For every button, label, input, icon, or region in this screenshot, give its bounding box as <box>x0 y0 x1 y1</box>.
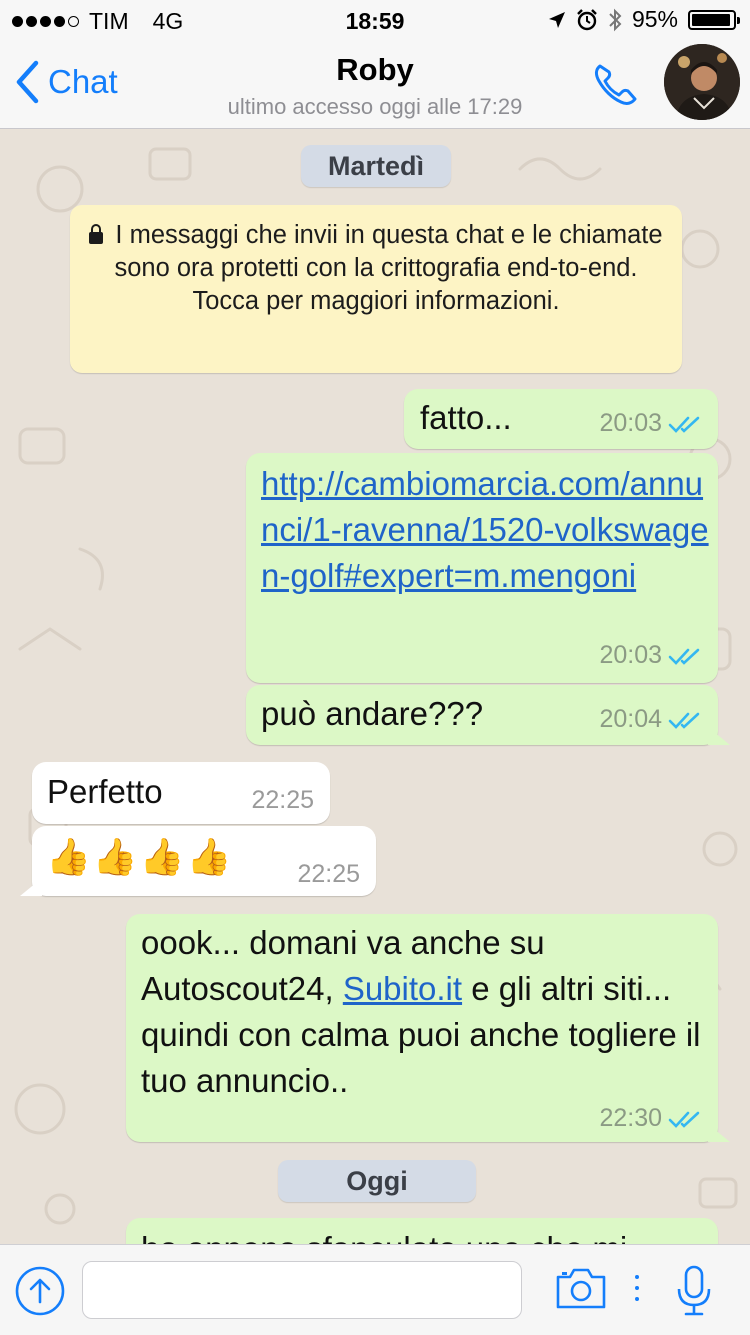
encryption-notice-text: I messaggi che invii in questa chat e le… <box>114 221 663 315</box>
microphone-icon <box>677 1265 711 1316</box>
upload-icon <box>15 1266 65 1316</box>
phone-icon <box>595 64 637 105</box>
call-button[interactable] <box>590 60 642 108</box>
avatar[interactable] <box>664 44 740 120</box>
message-text: può andare??? <box>261 695 484 732</box>
message-bubble-outgoing[interactable]: fatto... 20:03 <box>404 389 718 449</box>
encryption-notice[interactable]: I messaggi che invii in questa chat e le… <box>70 205 682 373</box>
message-text: fatto... <box>420 399 512 436</box>
message-time: 20:03 <box>599 641 662 669</box>
message-text: oook... domani va anche su Autoscout24, … <box>141 920 706 1104</box>
contact-photo <box>664 44 740 120</box>
message-link[interactable]: Subito.it <box>343 970 462 1007</box>
double-check-icon <box>668 1111 700 1128</box>
message-input[interactable] <box>82 1261 522 1319</box>
message-bubble-incoming[interactable]: 👍👍👍👍 22:25 <box>20 826 376 896</box>
nav-bar: Chat Roby ultimo accesso oggi alle 17:29 <box>0 40 750 129</box>
more-dots-icon[interactable] <box>634 1275 640 1301</box>
message-time: 22:25 <box>251 786 314 814</box>
upload-button[interactable] <box>14 1265 66 1322</box>
message-bubble-outgoing[interactable]: ho appena sfanculato uno che mi <box>126 1218 718 1244</box>
location-arrow-icon <box>548 11 565 28</box>
message-time: 20:04 <box>599 705 662 733</box>
camera-button[interactable] <box>554 1265 608 1316</box>
chat-area[interactable]: Martedì I messaggi che invii in questa c… <box>0 129 750 1244</box>
double-check-icon <box>668 416 700 433</box>
message-text: Perfetto <box>47 773 163 810</box>
double-check-icon <box>668 648 700 665</box>
message-time: 20:03 <box>599 409 662 437</box>
message-bubble-outgoing[interactable]: http://cambiomarcia.com/annunci/1-ravenn… <box>246 453 718 683</box>
date-separator: Oggi <box>278 1160 476 1202</box>
message-meta: 22:25 <box>251 786 314 815</box>
message-meta: 20:04 <box>599 705 702 734</box>
message-meta: 20:03 <box>599 409 702 438</box>
message-time: 22:30 <box>599 1104 662 1132</box>
message-bubble-outgoing[interactable]: oook... domani va anche su Autoscout24, … <box>126 914 730 1142</box>
message-meta: 20:03 <box>599 641 702 670</box>
microphone-button[interactable] <box>674 1265 714 1322</box>
status-right: 95% <box>548 6 740 33</box>
battery-percent: 95% <box>631 6 678 32</box>
message-emoji: 👍👍👍👍 <box>46 836 234 877</box>
alarm-clock-icon <box>577 8 597 30</box>
message-time: 22:25 <box>297 860 360 888</box>
input-bar <box>0 1244 750 1335</box>
double-check-icon <box>668 712 700 729</box>
message-meta: 22:25 <box>297 860 360 889</box>
message-text: ho appena sfanculato uno che mi <box>141 1226 706 1244</box>
message-bubble-incoming[interactable]: Perfetto 22:25 <box>32 762 330 824</box>
bluetooth-icon <box>609 8 622 31</box>
camera-icon <box>556 1268 606 1309</box>
lock-icon <box>89 224 104 244</box>
date-separator: Martedì <box>301 145 451 187</box>
message-meta: 22:30 <box>599 1104 702 1133</box>
battery-icon <box>688 9 740 30</box>
message-bubble-outgoing[interactable]: può andare??? 20:04 <box>246 685 730 745</box>
status-bar: TIM 4G 18:59 95% <box>0 0 750 40</box>
message-link[interactable]: http://cambiomarcia.com/annunci/1-ravenn… <box>261 461 711 599</box>
